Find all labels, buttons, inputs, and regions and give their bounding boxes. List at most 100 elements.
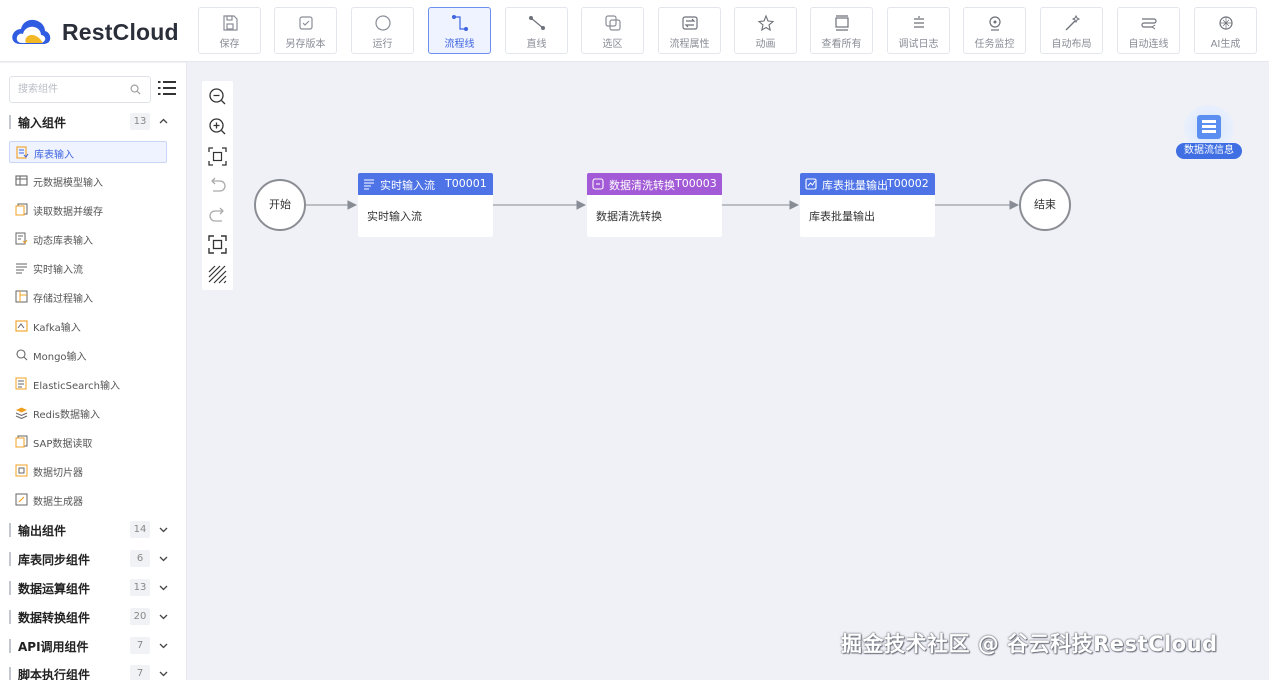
toolbar-flow-line-button[interactable]: 流程线: [428, 7, 491, 54]
toolbar-auto-layout-button[interactable]: 自动布局: [1040, 7, 1103, 54]
node-header: 实时输入流 T00001: [358, 173, 493, 195]
toolbar-save-button[interactable]: 保存: [198, 7, 261, 54]
node-id: T00003: [675, 177, 717, 190]
sidebar-item-kafka-input[interactable]: Kafka输入: [9, 315, 167, 337]
chevron-down-icon[interactable]: [159, 583, 168, 592]
group-data-compute-components[interactable]: 数据运算组件 13: [9, 577, 179, 599]
group-input-components[interactable]: 输入组件 13: [9, 111, 179, 133]
toolbar-label: 另存版本: [285, 39, 326, 50]
ai-generate-icon: [1218, 16, 1233, 30]
toolbar-animation-button[interactable]: 动画: [734, 7, 797, 54]
flow-canvas[interactable]: 开始 实时输入流 T00001 实时输入流 数据清洗转换 T00003 数据清洗…: [188, 63, 1269, 680]
animation-icon: [757, 14, 774, 32]
dataflow-info-button[interactable]: 数据流信息: [1174, 103, 1244, 161]
node-body-label: 数据清洗转换: [596, 210, 662, 223]
elasticsearch-icon: [15, 377, 27, 390]
toolbar-auto-connect-button[interactable]: 自动连线: [1117, 7, 1180, 54]
mongo-icon: [16, 349, 28, 361]
chevron-down-icon[interactable]: [159, 669, 168, 678]
sidebar-item-data-slicer[interactable]: 数据切片器: [9, 460, 167, 482]
search-icon[interactable]: [130, 84, 141, 95]
flow-node-table-batch-output[interactable]: 库表批量输出 T00002 库表批量输出: [800, 173, 935, 237]
metadata-model-icon: [15, 175, 28, 186]
sidebar-item-label: 库表输入: [34, 150, 74, 161]
group-marker: [9, 552, 11, 566]
component-sidebar: 输入组件 13 库表输入 元数据模型输入 读取数据并缓存 动态库表输入 实时输入…: [0, 63, 187, 680]
brand-logo: RestCloud: [10, 14, 179, 50]
sidebar-item-dynamic-table-input[interactable]: 动态库表输入: [9, 228, 167, 250]
table-input-icon: [16, 146, 29, 159]
group-title: 脚本执行组件: [18, 668, 91, 680]
sidebar-item-metadata-model-input[interactable]: 元数据模型输入: [9, 170, 167, 192]
flow-end-node[interactable]: 结束: [1019, 179, 1071, 231]
flow-node-realtime-input[interactable]: 实时输入流 T00001 实时输入流: [358, 173, 493, 237]
sidebar-item-data-generator[interactable]: 数据生成器: [9, 489, 167, 511]
list-view-icon[interactable]: [158, 80, 176, 96]
flow-start-node[interactable]: 开始: [254, 179, 306, 231]
toolbar-label: 直线: [526, 39, 547, 50]
toolbar-save-version-button[interactable]: 另存版本: [274, 7, 337, 54]
group-marker: [9, 523, 11, 537]
group-output-components[interactable]: 输出组件 14: [9, 519, 179, 541]
auto-layout-icon: [1065, 14, 1080, 31]
group-marker: [9, 667, 11, 680]
group-script-exec-components[interactable]: 脚本执行组件 7: [9, 663, 179, 680]
data-slicer-icon: [15, 464, 28, 477]
toolbar-select-area-button[interactable]: 选区: [581, 7, 644, 54]
chevron-down-icon[interactable]: [159, 641, 168, 650]
toolbar-task-monitor-button[interactable]: 任务监控: [963, 7, 1026, 54]
sidebar-item-elasticsearch-input[interactable]: ElasticSearch输入: [9, 373, 167, 395]
toolbar-flow-properties-button[interactable]: 流程属性: [658, 7, 721, 54]
realtime-stream-icon: [364, 179, 374, 190]
toolbar-label: 动画: [755, 39, 776, 50]
toolbar-debug-log-button[interactable]: 调试日志: [887, 7, 950, 54]
group-api-call-components[interactable]: API调用组件 7: [9, 635, 179, 657]
toolbar-ai-generate-button[interactable]: AI生成: [1194, 7, 1257, 54]
group-count-badge: 7: [130, 665, 150, 680]
sidebar-item-label: ElasticSearch输入: [33, 381, 120, 392]
toolbar-label: 流程线: [444, 39, 475, 50]
sidebar-item-mongo-input[interactable]: Mongo输入: [9, 344, 167, 366]
chevron-down-icon[interactable]: [159, 554, 168, 563]
sap-icon: [15, 435, 28, 448]
node-title: 库表批量输出: [822, 179, 888, 192]
sidebar-item-label: Kafka输入: [33, 323, 81, 334]
toolbar-run-button[interactable]: 运行: [351, 7, 414, 54]
stored-procedure-icon: [15, 290, 28, 303]
flow-line-icon: [451, 15, 468, 31]
chevron-down-icon[interactable]: [159, 525, 168, 534]
read-cache-icon: [15, 203, 28, 216]
group-title: 输入组件: [18, 116, 67, 130]
kafka-icon: [15, 320, 28, 332]
group-count-badge: 7: [130, 637, 150, 654]
sidebar-item-sap-read[interactable]: SAP数据读取: [9, 431, 167, 453]
node-title: 数据清洗转换: [609, 179, 675, 192]
search-input[interactable]: [10, 77, 120, 102]
sidebar-item-label: 动态库表输入: [33, 236, 93, 247]
sidebar-item-read-cache[interactable]: 读取数据并缓存: [9, 199, 167, 221]
toolbar-view-all-button[interactable]: 查看所有: [810, 7, 873, 54]
sidebar-item-table-input[interactable]: 库表输入: [9, 141, 167, 163]
chevron-down-icon[interactable]: [159, 612, 168, 621]
flow-node-data-cleansing[interactable]: 数据清洗转换 T00003 数据清洗转换: [587, 173, 722, 237]
node-id: T00002: [887, 177, 929, 190]
chevron-up-icon[interactable]: [159, 117, 168, 126]
view-all-icon: [834, 15, 849, 31]
sidebar-item-label: Redis数据输入: [33, 410, 100, 421]
auto-connect-icon: [1140, 18, 1157, 30]
toolbar-label: 自动连线: [1128, 39, 1169, 50]
group-count-badge: 13: [130, 579, 150, 596]
sidebar-item-label: 元数据模型输入: [33, 178, 103, 189]
group-table-sync-components[interactable]: 库表同步组件 6: [9, 548, 179, 570]
sidebar-item-label: 数据生成器: [33, 497, 83, 508]
sidebar-item-realtime-stream[interactable]: 实时输入流: [9, 257, 167, 279]
select-area-icon: [604, 15, 621, 31]
dataflow-info-label: 数据流信息: [1176, 143, 1242, 159]
sidebar-item-redis-input[interactable]: Redis数据输入: [9, 402, 167, 424]
toolbar-straight-line-button[interactable]: 直线: [505, 7, 568, 54]
node-body-label: 实时输入流: [367, 210, 422, 223]
sidebar-item-stored-procedure-input[interactable]: 存储过程输入: [9, 286, 167, 308]
node-body-label: 库表批量输出: [809, 210, 875, 223]
group-data-transform-components[interactable]: 数据转换组件 20: [9, 606, 179, 628]
straight-line-icon: [528, 16, 545, 30]
